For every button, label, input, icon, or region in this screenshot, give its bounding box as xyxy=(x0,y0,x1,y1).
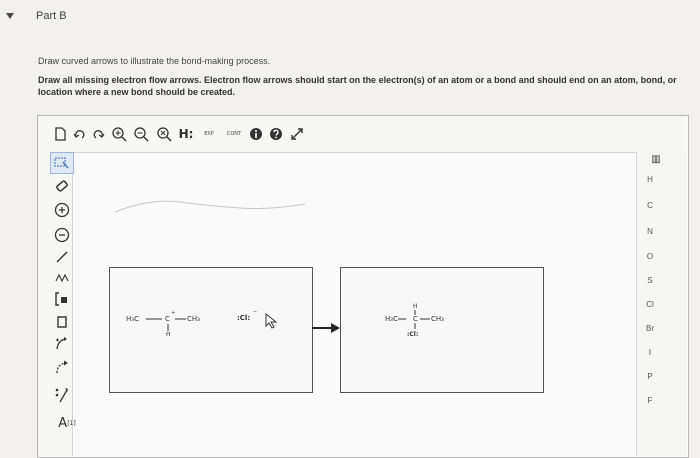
element-p[interactable]: P xyxy=(640,372,660,381)
abbreviation-superscript: [1] xyxy=(67,419,76,427)
zoom-out-icon[interactable] xyxy=(132,126,150,142)
element-br[interactable]: Br xyxy=(640,324,660,333)
prompt-instruction: Draw curved arrows to illustrate the bon… xyxy=(38,56,271,66)
product-substituent: :Cl: xyxy=(407,331,419,338)
eraser-icon[interactable] xyxy=(52,176,72,196)
fullscreen-icon[interactable] xyxy=(288,125,306,143)
select-tool-icon[interactable] xyxy=(50,152,74,174)
product-left-group: H₃C xyxy=(385,315,398,323)
element-s[interactable]: S xyxy=(640,276,660,285)
product-center-atom: C xyxy=(413,315,418,323)
element-h[interactable]: H xyxy=(640,175,660,184)
explicit-hydrogens-icon[interactable]: H: xyxy=(175,125,197,143)
periodic-table-icon[interactable]: ▥ xyxy=(644,152,668,166)
redo-icon[interactable] xyxy=(90,126,106,142)
element-c[interactable]: C xyxy=(640,201,660,210)
product-center-h: H xyxy=(413,303,418,310)
bracket-tool-icon[interactable] xyxy=(52,290,72,308)
single-bond-icon[interactable] xyxy=(52,248,72,266)
zoom-in-icon[interactable] xyxy=(110,126,128,142)
reaction-arrow xyxy=(312,323,340,333)
element-f[interactable]: F xyxy=(640,396,660,405)
info-icon[interactable] xyxy=(248,126,264,142)
part-title[interactable]: Part B xyxy=(36,10,67,22)
expand-icon[interactable]: EXP xyxy=(198,126,220,142)
mouse-cursor-icon xyxy=(265,313,278,329)
product-structure xyxy=(398,310,430,329)
reactant-right-group: CH₃ xyxy=(187,315,200,323)
reactant-center-h: H xyxy=(166,331,171,338)
radical-arrow-icon[interactable] xyxy=(52,334,72,354)
element-cl[interactable]: Cl xyxy=(640,300,660,309)
prompt-detail: Draw all missing electron flow arrows. E… xyxy=(38,75,677,97)
canvas-squiggle xyxy=(114,200,306,213)
reactant-center-charge: + xyxy=(171,310,176,316)
chain-tool-icon[interactable] xyxy=(52,268,72,286)
reactant-left-group: H₃C xyxy=(126,315,139,323)
element-i[interactable]: I xyxy=(640,348,660,357)
element-n[interactable]: N xyxy=(640,227,660,236)
undo-icon[interactable] xyxy=(72,126,88,142)
abbreviation-label: A xyxy=(58,415,68,431)
reactant-nucleophile: :Cl: xyxy=(237,314,251,322)
reactant-nucleophile-charge: − xyxy=(253,309,258,315)
zoom-reset-icon[interactable] xyxy=(155,126,173,142)
help-icon[interactable] xyxy=(268,126,284,142)
element-o[interactable]: O xyxy=(640,252,660,261)
abbreviation-tool-icon[interactable]: A [1] xyxy=(54,412,80,434)
product-right-group: CH₃ xyxy=(431,315,444,323)
electron-pair-icon[interactable] xyxy=(52,384,72,406)
ring-tool-icon[interactable] xyxy=(52,313,72,331)
positive-charge-icon[interactable] xyxy=(52,200,72,220)
negative-charge-icon[interactable] xyxy=(52,225,72,245)
collapse-arrow-icon[interactable] xyxy=(6,13,14,19)
curved-arrow-icon[interactable] xyxy=(52,358,72,378)
contract-icon[interactable]: CONT xyxy=(222,126,246,142)
reactant-center-atom: C xyxy=(165,315,170,323)
new-page-icon[interactable] xyxy=(52,126,68,142)
